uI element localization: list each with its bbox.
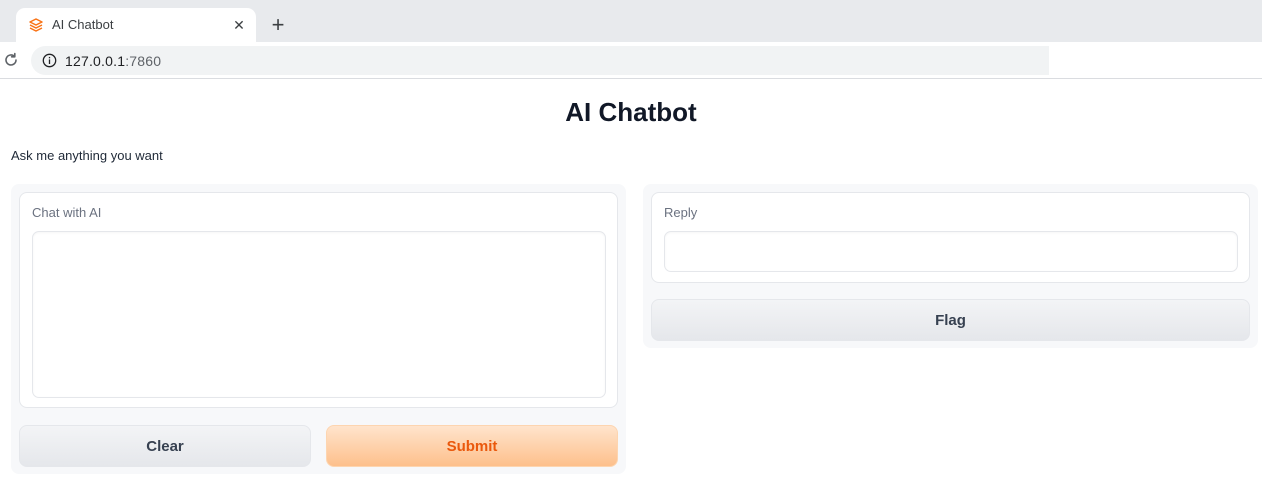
- input-panel: Chat with AI Clear Submit: [11, 184, 626, 474]
- browser-toolbar: 127.0.0.1:7860: [0, 42, 1262, 79]
- info-icon[interactable]: [42, 53, 57, 68]
- reply-block: Reply: [651, 192, 1250, 283]
- reply-label: Reply: [664, 205, 698, 220]
- chat-input-label: Chat with AI: [32, 205, 102, 220]
- tab-title: AI Chatbot: [52, 17, 114, 32]
- url-port: :7860: [125, 53, 162, 69]
- output-panel: Reply Flag: [643, 184, 1258, 348]
- reload-icon[interactable]: [2, 51, 20, 69]
- page-title: AI Chatbot: [565, 97, 697, 127]
- url-text[interactable]: 127.0.0.1:7860: [65, 53, 161, 69]
- close-tab-icon[interactable]: ✕: [230, 16, 248, 34]
- submit-button[interactable]: Submit: [326, 425, 618, 467]
- gradio-logo-icon: [29, 18, 43, 32]
- clear-button[interactable]: Clear: [19, 425, 311, 467]
- flag-button[interactable]: Flag: [651, 299, 1250, 341]
- address-bar[interactable]: 127.0.0.1:7860: [31, 46, 1049, 75]
- url-host: 127.0.0.1: [65, 53, 126, 69]
- reply-output-box[interactable]: [664, 231, 1238, 272]
- chat-input-block: Chat with AI: [19, 192, 618, 408]
- page-description: Ask me anything you want: [11, 148, 163, 163]
- chat-input-textarea[interactable]: [32, 231, 606, 398]
- new-tab-button[interactable]: +: [266, 13, 290, 37]
- browser-tab[interactable]: AI Chatbot ✕: [16, 8, 256, 42]
- browser-tab-strip: AI Chatbot ✕ +: [0, 0, 1262, 42]
